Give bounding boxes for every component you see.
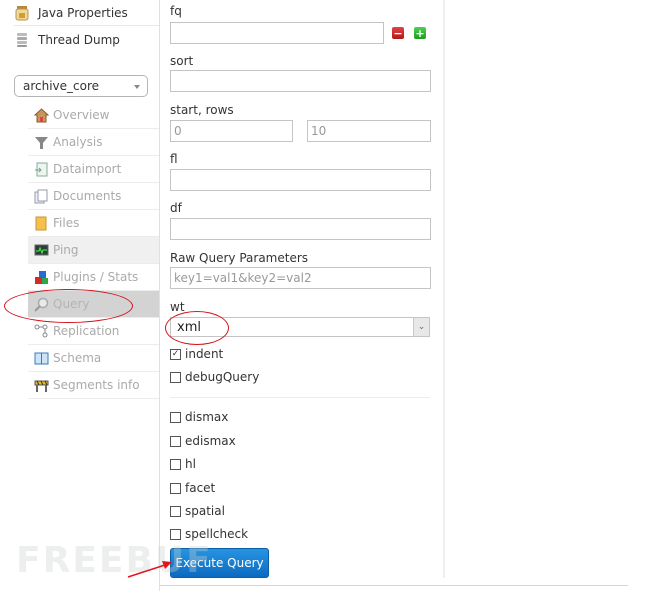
checkbox-label: hl (185, 457, 196, 471)
facet-checkbox[interactable]: facet (170, 481, 215, 495)
checkbox-label: indent (185, 347, 224, 361)
divider (14, 25, 159, 26)
core-menu-label: Schema (53, 351, 102, 365)
spellcheck-checkbox[interactable]: spellcheck (170, 527, 248, 541)
sort-label: sort (170, 54, 194, 68)
sidebar-item-label: Java Properties (38, 6, 128, 20)
checkbox-label: spellcheck (185, 527, 249, 541)
plus-icon: + (415, 26, 425, 40)
core-menu-label: Plugins / Stats (53, 270, 139, 284)
debugquery-checkbox[interactable]: debugQuery (170, 370, 259, 384)
checkbox-icon (170, 505, 181, 517)
core-menu-label: Dataimport (53, 162, 122, 176)
core-menu-label: Files (53, 216, 80, 230)
checkbox-label: dismax (185, 410, 229, 424)
watermark: FREEBUF (16, 540, 213, 581)
sidebar-item-label: Thread Dump (38, 33, 120, 47)
spatial-checkbox[interactable]: spatial (170, 504, 225, 518)
core-menu: Overview Analysis Dataimport Documents F… (28, 102, 159, 399)
core-menu-label: Segments info (53, 378, 140, 392)
replication-icon (34, 324, 49, 339)
raw-params-label: Raw Query Parameters (170, 251, 309, 265)
core-menu-label: Ping (53, 243, 79, 257)
ping-monitor-icon (34, 243, 49, 258)
chevron-down-icon (134, 85, 140, 89)
dismax-checkbox[interactable]: dismax (170, 410, 228, 424)
core-menu-item-plugins-stats[interactable]: Plugins / Stats (28, 264, 159, 291)
core-menu-item-files[interactable]: Files (28, 210, 159, 237)
raw-params-input[interactable]: key1=val1&key2=val2 (170, 267, 431, 289)
remove-fq-button[interactable]: − (392, 27, 404, 39)
fq-input[interactable] (170, 22, 384, 44)
checkbox-icon (170, 458, 181, 470)
core-menu-label: Replication (53, 324, 120, 338)
plugins-blocks-icon (34, 270, 49, 285)
core-menu-item-overview[interactable]: Overview (28, 102, 159, 129)
checkbox-icon (170, 528, 181, 540)
checkbox-icon (170, 482, 181, 494)
fq-label: fq (170, 4, 182, 18)
core-menu-label: Documents (53, 189, 122, 203)
checkbox-label: facet (185, 481, 216, 495)
core-menu-label: Analysis (53, 135, 103, 149)
house-icon (33, 107, 50, 123)
rows-input[interactable]: 10 (307, 120, 431, 142)
documents-icon (34, 189, 49, 204)
java-properties-icon (14, 5, 30, 21)
thread-dump-icon (14, 32, 30, 48)
df-input[interactable] (170, 218, 431, 240)
funnel-icon (34, 135, 49, 150)
annotation-arrow-icon (127, 561, 172, 578)
core-menu-item-ping[interactable]: Ping (28, 237, 159, 264)
checkbox-checked-icon: ✓ (170, 348, 181, 360)
checkbox-icon (170, 371, 181, 383)
start-rows-label: start, rows (170, 103, 234, 117)
segments-barrier-icon (34, 378, 49, 393)
minus-icon: − (393, 26, 403, 40)
dataimport-icon (34, 162, 49, 177)
divider (170, 397, 430, 398)
panel-border (443, 0, 445, 578)
book-icon (34, 351, 49, 366)
hl-checkbox[interactable]: hl (170, 457, 196, 471)
fl-label: fl (170, 152, 178, 166)
core-selector-value: archive_core (23, 79, 100, 93)
checkbox-icon (170, 411, 181, 423)
annotation-ellipse-query (4, 289, 133, 323)
sidebar-item-thread-dump[interactable]: Thread Dump (14, 27, 159, 53)
core-menu-item-schema[interactable]: Schema (28, 345, 159, 372)
checkbox-icon (170, 435, 181, 447)
checkbox-label: spatial (185, 504, 225, 518)
core-menu-item-dataimport[interactable]: Dataimport (28, 156, 159, 183)
core-selector[interactable]: archive_core (14, 75, 148, 97)
sort-input[interactable] (170, 70, 431, 92)
raw-params-placeholder: key1=val1&key2=val2 (174, 271, 312, 285)
start-placeholder: 0 (174, 124, 182, 138)
fl-input[interactable] (170, 169, 431, 191)
indent-checkbox[interactable]: ✓ indent (170, 347, 223, 361)
sidebar-item-java-properties[interactable]: Java Properties (14, 0, 159, 26)
df-label: df (170, 201, 182, 215)
query-form: fq − + sort start, rows 0 10 fl df Raw Q… (160, 0, 443, 591)
core-menu-label: Overview (53, 108, 110, 122)
bottom-border (160, 585, 628, 586)
annotation-ellipse-wt (165, 311, 229, 345)
add-fq-button[interactable]: + (414, 27, 426, 39)
edismax-checkbox[interactable]: edismax (170, 434, 236, 448)
rows-placeholder: 10 (311, 124, 327, 138)
start-input[interactable]: 0 (170, 120, 293, 142)
folder-icon (34, 216, 49, 231)
checkbox-label: debugQuery (185, 370, 260, 384)
core-menu-item-analysis[interactable]: Analysis (28, 129, 159, 156)
core-menu-item-documents[interactable]: Documents (28, 183, 159, 210)
chevron-down-icon: ⌄ (413, 318, 429, 336)
checkbox-label: edismax (185, 434, 236, 448)
core-menu-item-segments-info[interactable]: Segments info (28, 372, 159, 399)
